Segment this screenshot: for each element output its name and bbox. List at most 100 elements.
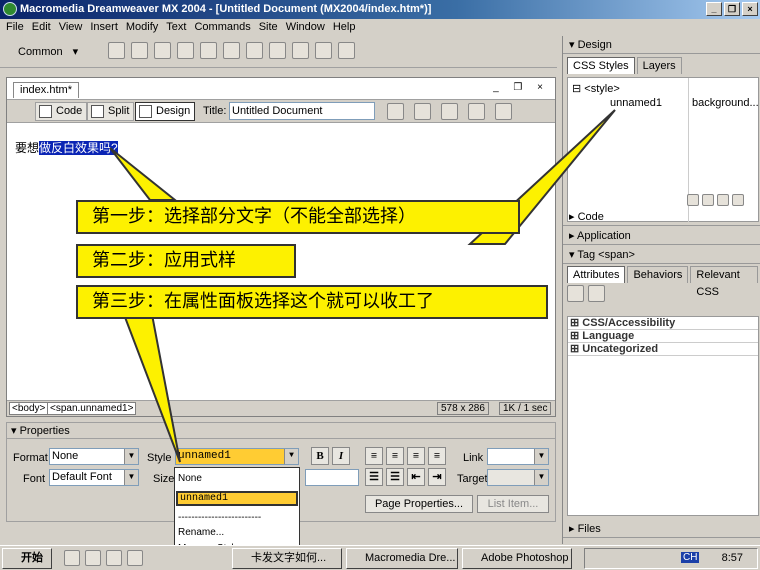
- media-icon[interactable]: [246, 42, 263, 59]
- taskbar-task-dreamweaver[interactable]: Macromedia Dre...: [346, 548, 458, 569]
- category-language[interactable]: ⊞ Language: [568, 330, 758, 343]
- file-management-icon[interactable]: [414, 103, 431, 120]
- tab-attributes[interactable]: Attributes: [567, 266, 626, 283]
- document-title-input[interactable]: [229, 102, 375, 120]
- code-panel-header[interactable]: ▸ Code: [563, 208, 760, 226]
- category-uncategorized[interactable]: ⊞ Uncategorized: [568, 343, 758, 356]
- link-input[interactable]: ▼: [487, 448, 549, 465]
- document-window-controls[interactable]: _ ❐ ×: [493, 82, 549, 93]
- system-tray: CH 8:57: [584, 548, 758, 569]
- internet-explorer-icon[interactable]: [85, 550, 101, 566]
- document-text[interactable]: 要想做反白效果吗?: [15, 139, 118, 156]
- css-tree-root[interactable]: ⊟ <style>: [572, 82, 620, 95]
- taskbar-task-photoshop[interactable]: Adobe Photoshop: [462, 548, 572, 569]
- minimize-button[interactable]: _: [706, 2, 722, 16]
- document-tab[interactable]: index.htm*: [13, 82, 79, 98]
- browser-check-icon[interactable]: [387, 103, 404, 120]
- template-icon[interactable]: [315, 42, 332, 59]
- tag-panel-header[interactable]: ▾ Tag <span>: [563, 246, 760, 264]
- align-right-icon[interactable]: ≡: [407, 447, 425, 465]
- start-button[interactable]: 开始: [2, 548, 52, 569]
- view-options-icon[interactable]: [495, 103, 512, 120]
- table-icon[interactable]: [177, 42, 194, 59]
- menu-commands[interactable]: Commands: [192, 19, 256, 36]
- tab-layers[interactable]: Layers: [636, 57, 682, 74]
- refresh-icon[interactable]: [468, 103, 485, 120]
- italic-button[interactable]: I: [332, 447, 350, 465]
- properties-header[interactable]: ▾ Properties: [7, 423, 555, 439]
- tab-css-styles[interactable]: CSS Styles: [567, 57, 635, 74]
- quick-launch-app-icon[interactable]: [127, 550, 143, 566]
- tag-selector-span[interactable]: <span.unnamed1>: [47, 402, 137, 415]
- indent-icon[interactable]: ⇥: [428, 468, 446, 486]
- outdent-icon[interactable]: ⇤: [407, 468, 425, 486]
- named-anchor-icon[interactable]: [154, 42, 171, 59]
- page-properties-button[interactable]: Page Properties...: [365, 495, 473, 513]
- target-label: Target: [457, 473, 488, 485]
- design-view-button[interactable]: Design: [135, 102, 196, 121]
- hyperlink-icon[interactable]: [108, 42, 125, 59]
- design-panel-header[interactable]: ▾ Design: [563, 36, 760, 54]
- new-style-icon[interactable]: [702, 194, 714, 206]
- application-panel-header[interactable]: ▸ Application: [563, 227, 760, 245]
- bold-button[interactable]: B: [311, 447, 329, 465]
- css-rule-name[interactable]: unnamed1: [610, 97, 662, 109]
- ime-indicator[interactable]: CH: [681, 552, 700, 563]
- media-player-icon[interactable]: [106, 550, 122, 566]
- split-view-button[interactable]: Split: [87, 102, 135, 121]
- preview-browser-icon[interactable]: [441, 103, 458, 120]
- category-label: Uncategorized: [582, 343, 659, 355]
- style-option-unnamed1[interactable]: unnamed1: [176, 491, 298, 506]
- category-css-accessibility[interactable]: ⊞ CSS/Accessibility: [568, 317, 758, 330]
- menu-view[interactable]: View: [57, 19, 89, 36]
- date-icon[interactable]: [269, 42, 286, 59]
- show-desktop-icon[interactable]: [64, 550, 80, 566]
- menu-edit[interactable]: Edit: [30, 19, 57, 36]
- taskbar-task-1[interactable]: 卡发文字如何...: [232, 548, 342, 569]
- start-label: 开始: [21, 552, 43, 564]
- selected-text[interactable]: 做反白效果吗?: [39, 141, 118, 155]
- ordered-list-icon[interactable]: ☰: [386, 468, 404, 486]
- image-icon[interactable]: [223, 42, 240, 59]
- align-center-icon[interactable]: ≡: [386, 447, 404, 465]
- list-view-icon[interactable]: [588, 285, 605, 302]
- layer-icon[interactable]: [200, 42, 217, 59]
- justify-icon[interactable]: ≡: [428, 447, 446, 465]
- comment-icon[interactable]: [292, 42, 309, 59]
- menu-modify[interactable]: Modify: [124, 19, 164, 36]
- tag-panel-tabs: Attributes Behaviors Relevant CSS: [567, 266, 760, 298]
- window-size[interactable]: 578 x 286: [437, 402, 489, 415]
- delete-style-icon[interactable]: [732, 194, 744, 206]
- menu-help[interactable]: Help: [331, 19, 362, 36]
- list-item-button[interactable]: List Item...: [477, 495, 549, 513]
- email-link-icon[interactable]: [131, 42, 148, 59]
- format-select[interactable]: None ▼: [49, 448, 139, 465]
- close-button[interactable]: ×: [742, 2, 758, 16]
- font-select[interactable]: Default Font ▼: [49, 469, 139, 486]
- collapse-toggle-icon[interactable]: ⊟: [572, 83, 584, 95]
- design-panel-title: Design: [577, 39, 612, 51]
- tag-selector-body[interactable]: <body>: [9, 402, 49, 415]
- attach-stylesheet-icon[interactable]: [687, 194, 699, 206]
- menu-file[interactable]: File: [4, 19, 30, 36]
- target-select[interactable]: ▼: [487, 469, 549, 486]
- tab-behaviors[interactable]: Behaviors: [627, 266, 689, 283]
- files-panel-header[interactable]: ▸ Files: [563, 520, 760, 538]
- size-color-input[interactable]: [305, 469, 359, 486]
- style-option-none[interactable]: None: [178, 471, 202, 486]
- code-view-button[interactable]: Code: [35, 102, 88, 121]
- menu-text[interactable]: Text: [164, 19, 192, 36]
- edit-style-icon[interactable]: [717, 194, 729, 206]
- category-view-icon[interactable]: [567, 285, 584, 302]
- align-left-icon[interactable]: ≡: [365, 447, 383, 465]
- restore-button[interactable]: ❐: [724, 2, 740, 16]
- tab-relevant-css[interactable]: Relevant CSS: [690, 266, 758, 298]
- menu-site[interactable]: Site: [257, 19, 284, 36]
- menu-insert[interactable]: Insert: [88, 19, 124, 36]
- insert-category-select[interactable]: Common ▾: [18, 45, 78, 58]
- unordered-list-icon[interactable]: ☰: [365, 468, 383, 486]
- style-select[interactable]: unnamed1 ▼: [175, 448, 299, 465]
- tag-chooser-icon[interactable]: [338, 42, 355, 59]
- style-option-rename[interactable]: Rename...: [178, 525, 224, 540]
- menu-window[interactable]: Window: [284, 19, 331, 36]
